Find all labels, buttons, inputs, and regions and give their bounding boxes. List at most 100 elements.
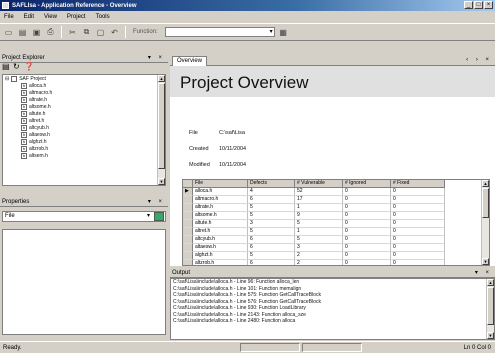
tab-navigation[interactable]: ‹ › × [466, 57, 492, 63]
defects-grid[interactable]: File Defects # Vulnerable # Ignored # Fi… [182, 179, 490, 266]
save-icon[interactable]: ▣ [31, 27, 42, 38]
table-cell[interactable]: 0 [343, 252, 391, 260]
tree-item-file[interactable]: h altute.h [3, 110, 165, 117]
panel-controls[interactable]: ▾ × [148, 198, 165, 205]
table-cell[interactable]: 1 [295, 228, 343, 236]
table-cell[interactable]: 0 [343, 244, 391, 252]
table-cell[interactable]: 0 [343, 220, 391, 228]
table-row[interactable]: altcyub.h 6 5 0 0 [183, 236, 483, 244]
tree-item-file[interactable]: h altret.h [3, 117, 165, 124]
cut-icon[interactable]: ✂ [67, 27, 78, 38]
table-cell[interactable]: 0 [343, 188, 391, 196]
table-cell[interactable]: 5 [248, 252, 295, 260]
row-header[interactable] [183, 196, 193, 204]
menu-tools[interactable]: Tools [96, 14, 110, 20]
tree-item-file[interactable]: h altsem.h [3, 152, 165, 159]
column-header[interactable]: Defects [248, 180, 295, 188]
table-cell[interactable]: 0 [343, 228, 391, 236]
scroll-down-icon[interactable]: ▼ [487, 332, 494, 339]
scroll-thumb[interactable] [482, 188, 489, 218]
table-cell[interactable]: altret.h [193, 228, 248, 236]
row-header[interactable] [183, 236, 193, 244]
table-cell[interactable]: altcyub.h [193, 236, 248, 244]
current-row-indicator-icon[interactable]: ▶ [183, 188, 193, 196]
row-header[interactable] [183, 252, 193, 260]
table-cell[interactable]: 6 [248, 260, 295, 265]
table-cell[interactable]: altrate.h [193, 204, 248, 212]
table-cell[interactable]: 5 [248, 212, 295, 220]
grid-scrollbar[interactable]: ▲ ▼ [481, 180, 489, 265]
property-pages-icon[interactable] [154, 212, 164, 221]
panel-controls[interactable]: ▾ × [148, 54, 165, 61]
table-row[interactable]: altrate.h 5 1 0 0 [183, 204, 483, 212]
column-header[interactable]: # Fixed [391, 180, 445, 188]
table-row[interactable]: altmacro.h 6 17 0 0 [183, 196, 483, 204]
function-combo[interactable]: ▾ [164, 27, 275, 37]
table-cell[interactable]: altaesw.h [193, 244, 248, 252]
menu-edit[interactable]: Edit [24, 14, 34, 20]
table-row[interactable]: altute.h 3 5 0 0 [183, 220, 483, 228]
table-cell[interactable]: 0 [391, 236, 445, 244]
help-icon[interactable]: ❓ [24, 63, 34, 71]
table-row[interactable]: altret.h 5 1 0 0 [183, 228, 483, 236]
table-cell[interactable]: 3 [248, 220, 295, 228]
scroll-thumb[interactable] [487, 287, 494, 325]
table-cell[interactable]: 6 [248, 196, 295, 204]
paste-icon[interactable]: ▢ [95, 27, 106, 38]
table-cell[interactable]: 5 [248, 228, 295, 236]
table-cell[interactable]: 2 [295, 252, 343, 260]
table-cell[interactable]: 4 [248, 188, 295, 196]
tree-root[interactable]: ⊟ SAF Project [3, 75, 165, 82]
print-icon[interactable]: ⎙ [45, 27, 56, 38]
table-cell[interactable]: 5 [295, 220, 343, 228]
table-cell[interactable]: altzrob.h [193, 260, 248, 265]
table-row[interactable]: altzrob.h 6 2 0 0 [183, 260, 483, 265]
output-scrollbar[interactable]: ▲ ▼ [486, 279, 494, 339]
close-button[interactable]: × [484, 1, 493, 9]
copy-icon[interactable]: ⧉ [81, 27, 92, 38]
table-cell[interactable]: 0 [391, 196, 445, 204]
table-cell[interactable]: 5 [295, 236, 343, 244]
new-project-icon[interactable]: ▭ [3, 27, 14, 38]
refresh-icon[interactable]: ↻ [13, 63, 21, 71]
menu-view[interactable]: View [44, 14, 57, 20]
table-cell[interactable]: 0 [343, 204, 391, 212]
scroll-up-icon[interactable]: ▲ [158, 75, 165, 82]
tree-item-file[interactable]: h altcyub.h [3, 124, 165, 131]
scroll-up-icon[interactable]: ▲ [482, 180, 489, 187]
tab-overview[interactable]: Overview [172, 56, 208, 66]
table-cell[interactable]: altute.h [193, 220, 248, 228]
table-cell[interactable]: 0 [343, 212, 391, 220]
table-cell[interactable]: 52 [295, 188, 343, 196]
row-header[interactable] [183, 204, 193, 212]
row-header[interactable] [183, 220, 193, 228]
table-cell[interactable]: 0 [391, 252, 445, 260]
row-header[interactable] [183, 260, 193, 265]
table-cell[interactable]: 0 [391, 220, 445, 228]
row-header[interactable] [183, 228, 193, 236]
table-cell[interactable]: 6 [248, 236, 295, 244]
minimize-button[interactable]: _ [464, 1, 473, 9]
tree-item-file[interactable]: h altrate.h [3, 96, 165, 103]
table-cell[interactable]: altmacro.h [193, 196, 248, 204]
row-header[interactable] [183, 212, 193, 220]
properties-combo[interactable]: File ▾ [2, 211, 166, 222]
table-cell[interactable]: 0 [391, 204, 445, 212]
table-row[interactable]: altaesw.h 6 3 0 0 [183, 244, 483, 252]
table-cell[interactable]: 0 [343, 196, 391, 204]
scroll-down-icon[interactable]: ▼ [482, 258, 489, 265]
scroll-up-icon[interactable]: ▲ [487, 279, 494, 286]
collapse-icon[interactable]: ⊟ [5, 76, 9, 82]
table-cell[interactable]: 0 [343, 236, 391, 244]
tree-item-file[interactable]: h altmacro.h [3, 89, 165, 96]
column-header[interactable]: # Vulnerable [295, 180, 343, 188]
tree-item-file[interactable]: h alloca.h [3, 82, 165, 89]
table-cell[interactable]: 0 [391, 260, 445, 265]
table-cell[interactable]: 6 [248, 244, 295, 252]
scroll-down-icon[interactable]: ▼ [158, 178, 165, 185]
table-cell[interactable]: alloca.h [193, 188, 248, 196]
tree-item-file[interactable]: h altaesw.h [3, 131, 165, 138]
table-cell[interactable]: alghzt.h [193, 252, 248, 260]
table-cell[interactable]: 1 [295, 204, 343, 212]
row-header[interactable] [183, 244, 193, 252]
